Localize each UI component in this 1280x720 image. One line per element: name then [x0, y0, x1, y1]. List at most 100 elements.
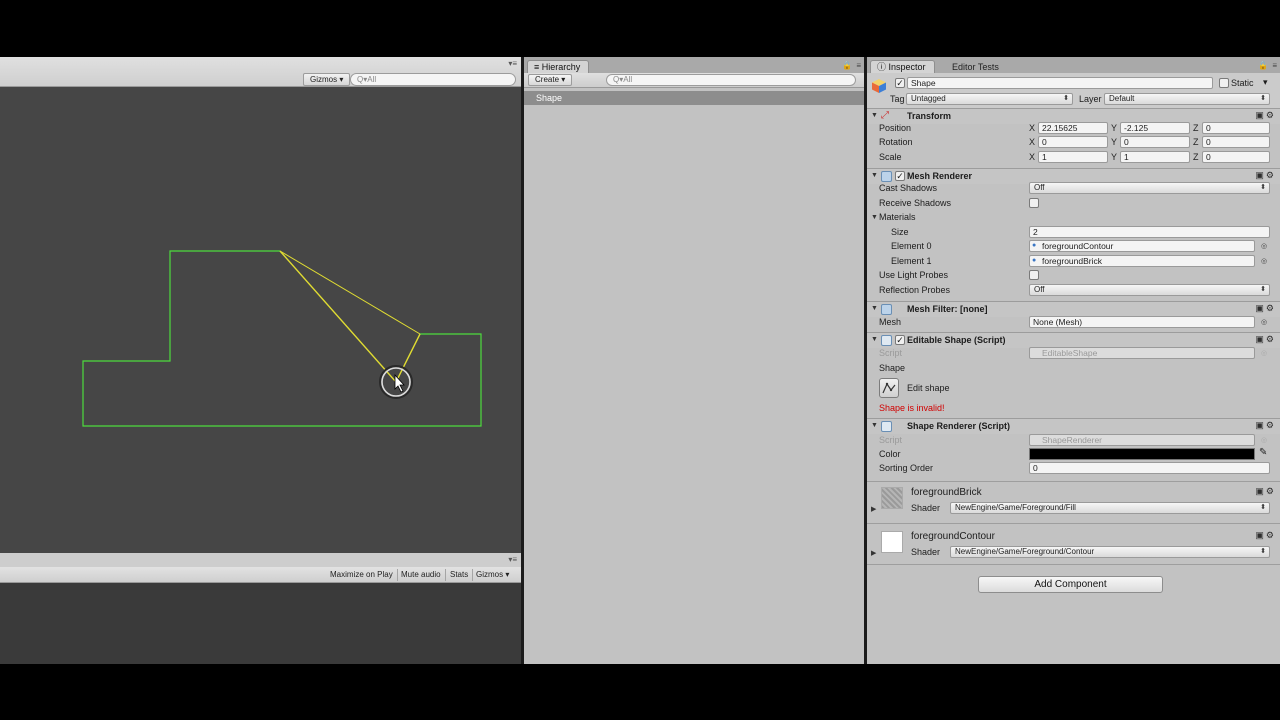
layer-label: Layer	[1079, 94, 1102, 104]
axis-y-label: Y	[1111, 123, 1118, 133]
panel-menu-icon[interactable]: ▾≡	[508, 59, 517, 68]
info-icon: ⓘ	[877, 62, 889, 72]
component-settings-icon[interactable]: ▣⚙	[1255, 420, 1276, 431]
materials-label: Materials	[879, 212, 916, 222]
material-preview-brick	[881, 487, 903, 509]
object-picker-icon[interactable]: ◎	[1261, 318, 1267, 326]
tab-hierarchy[interactable]: ≡ Hierarchy	[527, 60, 590, 73]
panel-menu-icon[interactable]: ≡	[1272, 61, 1277, 70]
scene-search-input[interactable]: Q▾All	[350, 73, 516, 86]
mesh-renderer-icon	[881, 171, 892, 182]
transform-title: Transform	[907, 111, 952, 121]
mesh-label: Mesh	[879, 317, 902, 327]
add-component-button[interactable]: Add Component	[978, 576, 1163, 593]
materials-fold-icon[interactable]: ▼	[871, 214, 878, 221]
material-expand-icon[interactable]: ▶	[871, 549, 876, 557]
scale-x-field[interactable]: 1	[1038, 151, 1108, 163]
layer-dropdown[interactable]: Default	[1104, 93, 1270, 105]
material-expand-icon[interactable]: ▶	[871, 505, 876, 513]
shape-renderer-header[interactable]: ▼ Shape Renderer (Script) ▣⚙	[867, 418, 1280, 434]
mesh-field[interactable]: None (Mesh)	[1029, 316, 1255, 328]
cast-shadows-dropdown[interactable]: Off	[1029, 182, 1270, 194]
hierarchy-item-shape[interactable]: Shape	[524, 91, 864, 105]
hierarchy-search-input[interactable]: Q▾All	[606, 74, 856, 86]
materials-size-field[interactable]: 2	[1029, 226, 1270, 238]
editable-shape-header[interactable]: ▼ ✓ Editable Shape (Script) ▣⚙	[867, 332, 1280, 348]
script-icon	[881, 421, 892, 432]
component-settings-icon[interactable]: ▣⚙	[1255, 110, 1276, 121]
axis-x-label: X	[1029, 123, 1036, 133]
gizmos-dropdown[interactable]: Gizmos ▾	[303, 73, 351, 86]
rotation-x-field[interactable]: 0	[1038, 136, 1108, 148]
fold-arrow-icon[interactable]: ▼	[871, 305, 878, 312]
shape-renderer-script-field: ShapeRenderer	[1029, 434, 1255, 446]
rotation-z-field[interactable]: 0	[1202, 136, 1270, 148]
material-icon: ●	[1032, 257, 1037, 264]
shader-label: Shader	[911, 547, 941, 557]
hierarchy-tabbar: ≡ Hierarchy 🔒 ≡	[524, 57, 864, 73]
light-probes-checkbox[interactable]	[1029, 270, 1039, 280]
position-label: Position	[879, 123, 912, 133]
shader-dropdown-contour[interactable]: NewEngine/Game/Foreground/Contour	[950, 546, 1270, 558]
panel-menu-icon[interactable]: ≡	[856, 61, 861, 70]
edit-shape-icon	[882, 382, 896, 394]
lock-icon[interactable]: 🔒	[842, 61, 852, 70]
fold-arrow-icon[interactable]: ▼	[871, 336, 878, 343]
static-checkbox[interactable]	[1219, 78, 1229, 88]
game-gizmos-label: Gizmos	[476, 570, 504, 579]
object-picker-icon[interactable]: ◎	[1261, 242, 1267, 250]
mute-audio-button[interactable]: Mute audio	[397, 569, 446, 581]
tab-editor-tests[interactable]: Editor Tests	[945, 60, 1008, 73]
scale-y-field[interactable]: 1	[1120, 151, 1190, 163]
tab-hierarchy-label: Hierarchy	[541, 62, 581, 72]
fold-arrow-icon[interactable]: ▼	[871, 422, 878, 429]
element0-field[interactable]: foregroundContour	[1029, 240, 1255, 252]
edit-shape-label: Edit shape	[907, 383, 950, 393]
component-settings-icon[interactable]: ▣⚙	[1255, 486, 1276, 497]
sorting-order-field[interactable]: 0	[1029, 462, 1270, 474]
receive-shadows-checkbox[interactable]	[1029, 198, 1039, 208]
element1-field[interactable]: foregroundBrick	[1029, 255, 1255, 267]
divider	[867, 523, 1280, 524]
axis-z-label: Z	[1193, 152, 1199, 162]
shader-dropdown-brick[interactable]: NewEngine/Game/Foreground/Fill	[950, 502, 1270, 514]
maximize-on-play-button[interactable]: Maximize on Play	[326, 569, 398, 581]
shape-outline	[82, 250, 482, 427]
scale-z-field[interactable]: 0	[1202, 151, 1270, 163]
component-settings-icon[interactable]: ▣⚙	[1255, 170, 1276, 181]
edit-shape-button[interactable]	[879, 378, 899, 398]
component-settings-icon[interactable]: ▣⚙	[1255, 530, 1276, 541]
game-menu-icon[interactable]: ▾≡	[508, 555, 517, 564]
tab-inspector[interactable]: ⓘ Inspector	[870, 60, 935, 73]
component-settings-icon[interactable]: ▣⚙	[1255, 303, 1276, 314]
rotation-y-field[interactable]: 0	[1120, 136, 1190, 148]
script-icon	[881, 335, 892, 346]
object-name-field[interactable]: Shape	[907, 77, 1213, 89]
static-dropdown-icon[interactable]: ▾	[1263, 77, 1268, 88]
tag-dropdown[interactable]: Untagged	[906, 93, 1073, 105]
color-swatch[interactable]	[1029, 448, 1255, 460]
stats-button[interactable]: Stats	[446, 569, 474, 581]
fold-arrow-icon[interactable]: ▼	[871, 172, 878, 179]
active-checkbox[interactable]: ✓	[895, 78, 905, 88]
position-z-field[interactable]: 0	[1202, 122, 1270, 134]
mesh-renderer-enabled-checkbox[interactable]: ✓	[895, 171, 905, 181]
mesh-filter-header[interactable]: ▼ Mesh Filter: [none] ▣⚙	[867, 301, 1280, 317]
gameobject-header: ✓ Shape Static ▾ Tag Untagged Layer Defa…	[867, 73, 1280, 109]
reflection-probes-dropdown[interactable]: Off	[1029, 284, 1270, 296]
gizmos-label: Gizmos	[310, 75, 338, 84]
create-dropdown[interactable]: Create ▾	[528, 74, 573, 86]
game-gizmos-button[interactable]: Gizmos ▾	[472, 569, 513, 581]
scene-canvas[interactable]	[0, 88, 521, 553]
position-x-field[interactable]: 22.15625	[1038, 122, 1108, 134]
lock-icon[interactable]: 🔒	[1258, 61, 1268, 70]
hierarchy-toolbar: Create ▾ Q▾All	[524, 73, 864, 88]
eyedropper-icon[interactable]: ✎	[1259, 447, 1267, 458]
scale-label: Scale	[879, 152, 902, 162]
component-settings-icon[interactable]: ▣⚙	[1255, 334, 1276, 345]
position-y-field[interactable]: -2.125	[1120, 122, 1190, 134]
editable-shape-enabled-checkbox[interactable]: ✓	[895, 335, 905, 345]
shape-label: Shape	[879, 363, 906, 373]
object-picker-icon[interactable]: ◎	[1261, 257, 1267, 265]
fold-arrow-icon[interactable]: ▼	[871, 112, 878, 119]
